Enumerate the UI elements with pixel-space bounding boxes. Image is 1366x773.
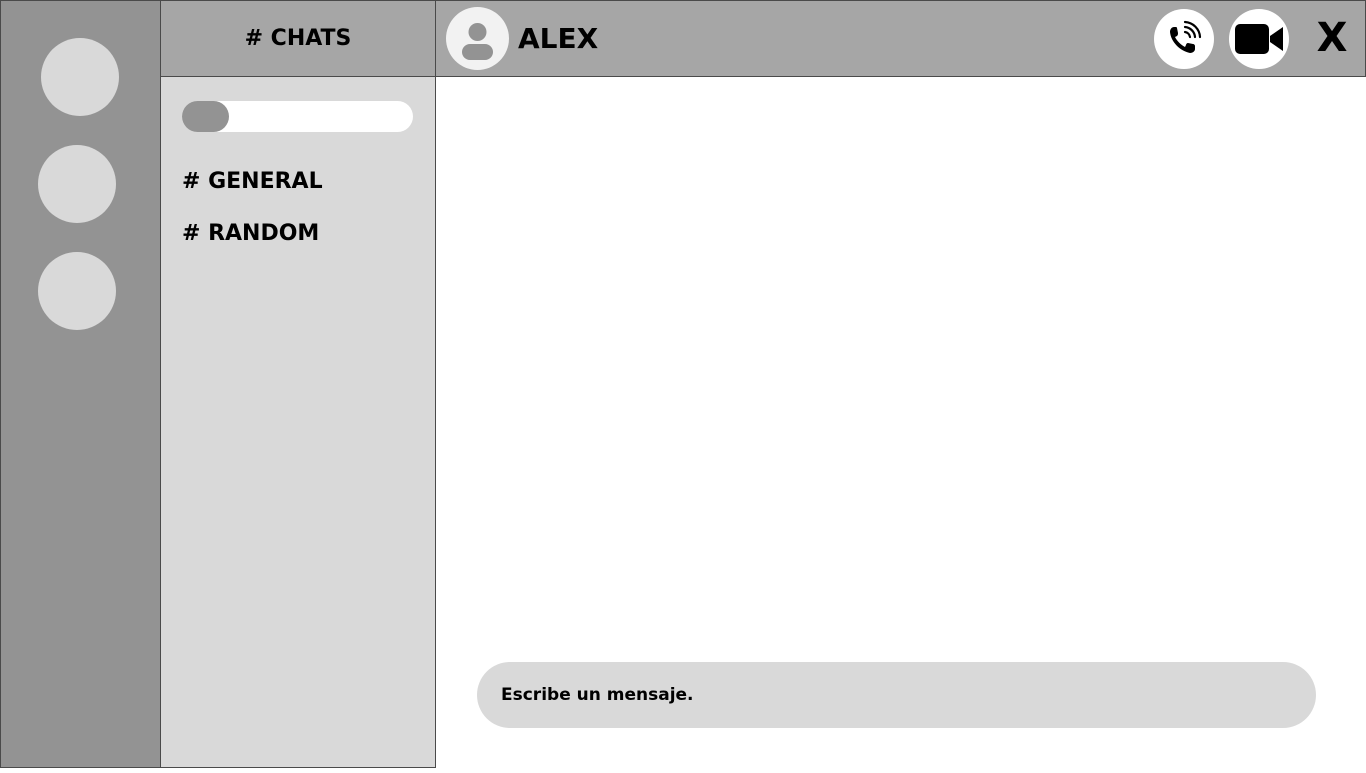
contact-avatar[interactable] <box>446 7 509 70</box>
server-rail <box>0 0 161 768</box>
user-icon <box>462 23 493 60</box>
voice-call-button[interactable] <box>1154 9 1214 69</box>
sidebar-title: # CHATS <box>161 1 435 77</box>
channel-search-bar[interactable] <box>182 101 413 132</box>
channel-item-general[interactable]: # GENERAL <box>182 169 323 194</box>
video-call-button[interactable] <box>1229 9 1289 69</box>
channel-sidebar: # CHATS # GENERAL # RANDOM <box>160 0 436 768</box>
search-toggle-knob[interactable] <box>182 101 229 132</box>
close-chat-button[interactable]: X <box>1302 1 1362 76</box>
phone-icon <box>1170 20 1202 53</box>
chat-header: ALEX X <box>435 0 1366 77</box>
video-camera-icon <box>1235 24 1283 54</box>
server-avatar[interactable] <box>41 38 119 116</box>
server-avatar[interactable] <box>38 145 116 223</box>
message-input[interactable] <box>477 662 1316 728</box>
channel-item-random[interactable]: # RANDOM <box>182 221 319 246</box>
chat-app: # CHATS # GENERAL # RANDOM ALEX X Escrib… <box>0 0 1366 773</box>
contact-name: ALEX <box>518 22 599 55</box>
server-avatar[interactable] <box>38 252 116 330</box>
